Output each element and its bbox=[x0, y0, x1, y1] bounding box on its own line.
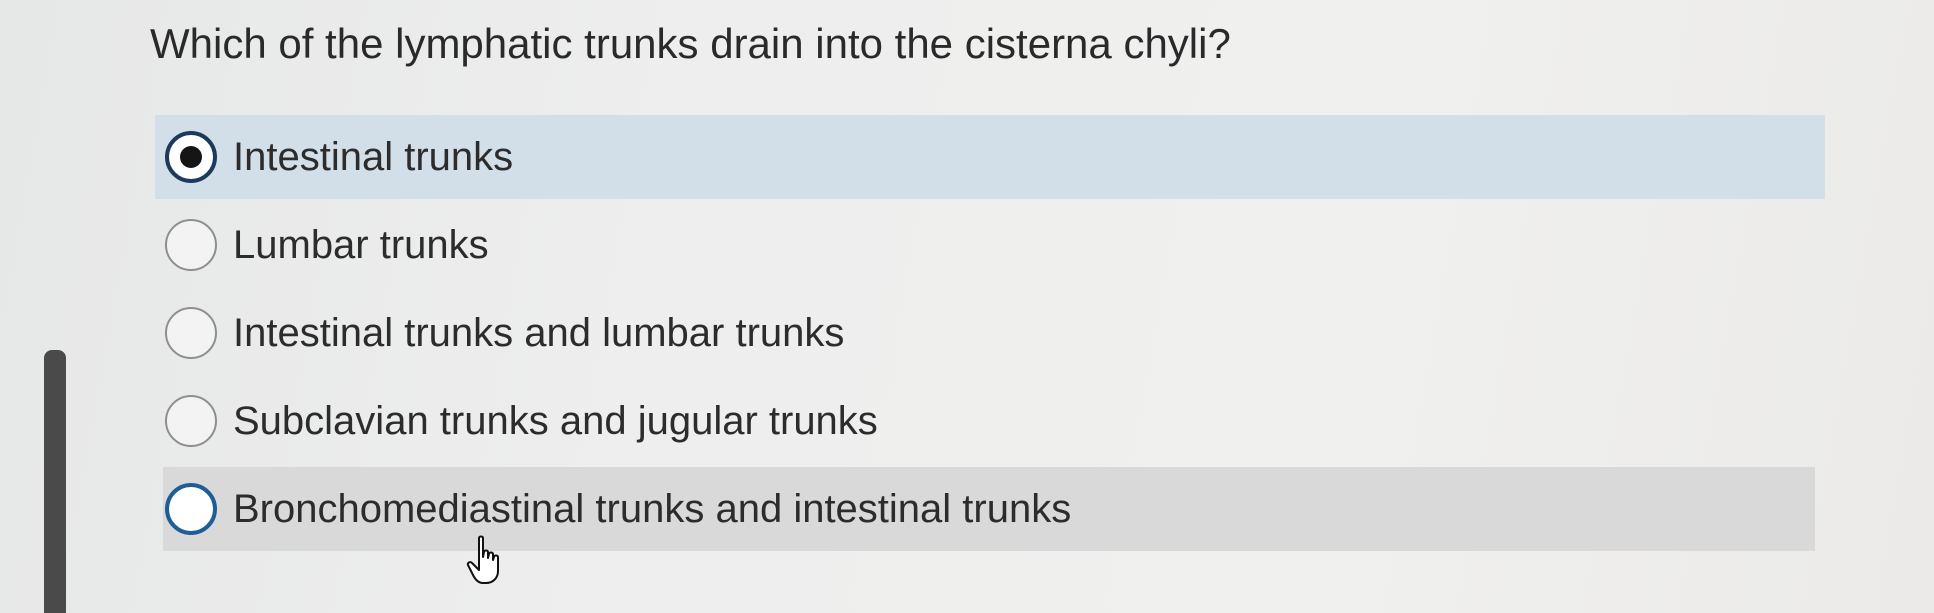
radio-button[interactable] bbox=[165, 219, 217, 271]
option-label: Intestinal trunks bbox=[233, 135, 514, 179]
answer-options: Intestinal trunks Lumbar trunks Intestin… bbox=[155, 115, 1825, 555]
option-1[interactable]: Intestinal trunks bbox=[155, 115, 1825, 199]
option-3[interactable]: Intestinal trunks and lumbar trunks bbox=[155, 291, 1825, 375]
radio-button[interactable] bbox=[165, 307, 217, 359]
radio-button-focused[interactable] bbox=[165, 483, 217, 535]
radio-button[interactable] bbox=[165, 395, 217, 447]
option-4[interactable]: Subclavian trunks and jugular trunks bbox=[155, 379, 1825, 463]
option-2[interactable]: Lumbar trunks bbox=[155, 203, 1825, 287]
option-label: Subclavian trunks and jugular trunks bbox=[233, 399, 878, 443]
question-text: Which of the lymphatic trunks drain into… bbox=[150, 20, 1231, 67]
radio-button-selected[interactable] bbox=[165, 131, 217, 183]
radio-dot-icon bbox=[180, 146, 202, 168]
option-label: Intestinal trunks and lumbar trunks bbox=[233, 311, 845, 355]
scrollbar-thumb[interactable] bbox=[44, 350, 66, 613]
option-label: Lumbar trunks bbox=[233, 223, 489, 267]
hand-pointer-icon bbox=[466, 535, 499, 584]
option-label: Bronchomediastinal trunks and intestinal… bbox=[233, 487, 1072, 531]
option-5[interactable]: Bronchomediastinal trunks and intestinal… bbox=[163, 467, 1815, 551]
